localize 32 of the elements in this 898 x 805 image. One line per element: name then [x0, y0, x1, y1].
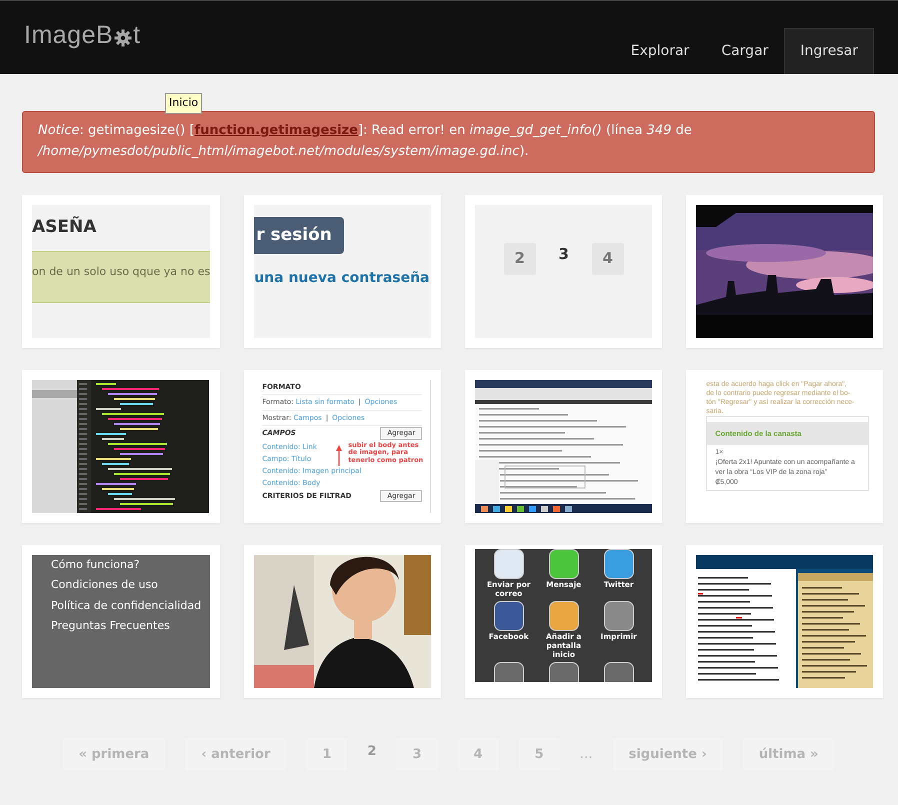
notice-message: Notice: getimagesize() [function.getimagesize]: Read error! en image_gd_get_info() (línea 349 de /home/pymesdot/public_html/imagebot.net/modules/system/image.gd.inc). [38, 122, 693, 161]
page-heading: ASEÑA [32, 216, 98, 237]
doc-link[interactable]: function.getimagesize [194, 123, 358, 138]
password-link: una nueva contraseña [254, 269, 431, 288]
logo-text[interactable]: t [133, 17, 141, 54]
thumbnail-card[interactable] [244, 370, 442, 523]
menu-link: Condiciones de uso [51, 577, 159, 594]
thumbnail-card[interactable]: ASEÑA on de un solo uso qque ya no es [22, 194, 220, 348]
page-number: 3 [557, 244, 570, 266]
ellipsis-text: … [580, 746, 593, 764]
menu-link: Preguntas Frecuentes [51, 618, 171, 634]
thumbnail-card[interactable] [686, 370, 884, 523]
nav-link[interactable]: Explorar [614, 28, 706, 74]
thumbnail-card[interactable] [686, 194, 884, 348]
login-button: r sesión [254, 216, 344, 254]
thumbnail-card[interactable] [465, 370, 662, 523]
nav-link[interactable]: Ingresar [784, 28, 874, 74]
thumbnail-card[interactable]: r sesión una nueva contraseña [244, 194, 442, 348]
menu-link: Política de confidencialidad [51, 598, 202, 614]
nav-link[interactable]: Cargar [705, 28, 784, 74]
menu-link: Cómo funciona? [51, 556, 141, 573]
thumbnail-card[interactable]: Cómo funciona? Condiciones de uso Política de confidencialidad Preguntas Frecuentes [22, 544, 220, 698]
thumbnail-card[interactable] [244, 544, 442, 698]
arrow-icon [334, 444, 344, 467]
page-number: 2 [504, 242, 536, 275]
message-text: on de un solo uso qque ya no es [32, 264, 210, 278]
thumbnail-card[interactable] [686, 544, 884, 698]
page-number: 4 [592, 242, 624, 275]
logo-text[interactable]: ImageB [24, 17, 114, 54]
thumbnail-card[interactable] [22, 370, 220, 523]
tooltip: Inicio [165, 93, 202, 114]
thumbnail-card[interactable]: 2 3 4 [465, 194, 662, 348]
